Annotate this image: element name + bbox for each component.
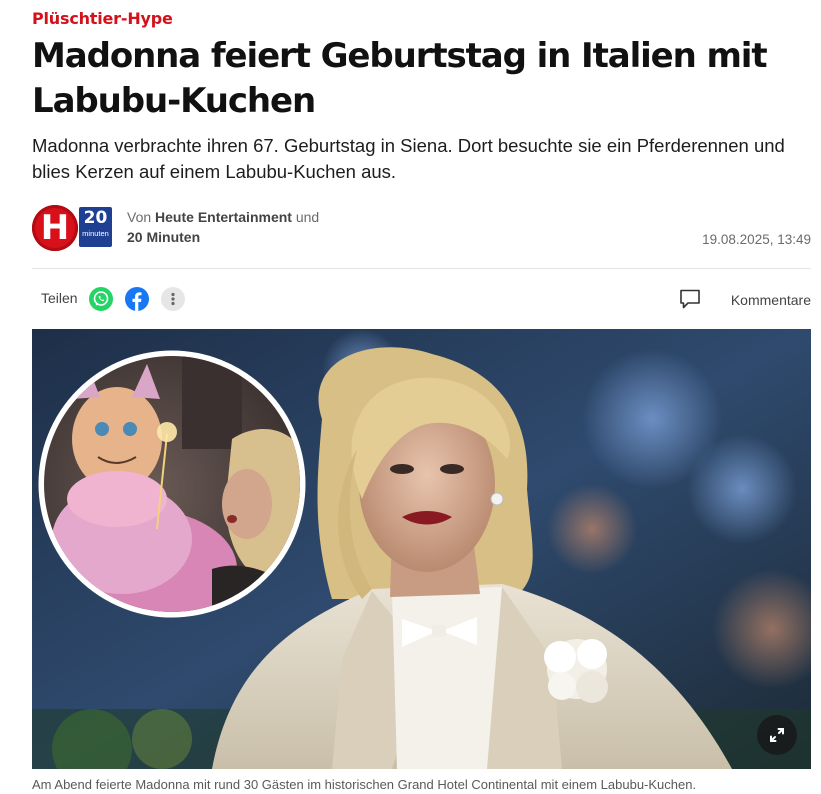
- whatsapp-icon: [93, 291, 109, 306]
- whatsapp-share-button[interactable]: [89, 287, 113, 311]
- hero-image[interactable]: [32, 329, 811, 769]
- share-bar: Teilen Kommentare: [32, 284, 811, 314]
- more-icon: [171, 292, 175, 306]
- byline-author-heute[interactable]: Heute Entertainment: [155, 209, 292, 225]
- kicker: Plüschtier-Hype: [32, 9, 173, 28]
- comments-label: Kommentare: [730, 292, 811, 308]
- expand-image-button[interactable]: [757, 715, 797, 755]
- expand-icon: [770, 728, 784, 742]
- facebook-icon: [132, 292, 142, 311]
- lead-paragraph: Madonna verbrachte ihren 67. Geburtstag …: [32, 135, 785, 182]
- more-share-button[interactable]: [161, 287, 185, 311]
- 20-minuten-logo-text: minuten: [82, 229, 109, 238]
- comments-button[interactable]: Kommentare: [680, 287, 811, 311]
- facebook-share-button[interactable]: [125, 287, 149, 311]
- divider: [32, 268, 811, 269]
- publish-date: 19.08.2025, 13:49: [702, 232, 811, 247]
- share-label: Teilen: [41, 290, 78, 306]
- byline-and: und: [295, 209, 320, 225]
- image-caption: Am Abend feierte Madonna mit rund 30 Gäs…: [32, 777, 697, 792]
- hero-photo: [32, 329, 811, 769]
- 20-minuten-logo[interactable]: 20 minuten: [79, 207, 112, 247]
- comment-icon: [680, 289, 700, 309]
- heute-logo[interactable]: H: [32, 205, 78, 251]
- 20-minuten-logo-number: 20: [83, 208, 108, 228]
- headline: Madonna feiert Geburtstag in Italien mit…: [32, 36, 768, 121]
- heute-logo-letter: H: [40, 208, 70, 248]
- byline: Von Heute Entertainment und 20 Minuten: [127, 207, 319, 247]
- author-logos: H 20 minuten: [32, 205, 112, 251]
- byline-prefix: Von: [127, 209, 152, 225]
- byline-author-20min[interactable]: 20 Minuten: [127, 229, 200, 245]
